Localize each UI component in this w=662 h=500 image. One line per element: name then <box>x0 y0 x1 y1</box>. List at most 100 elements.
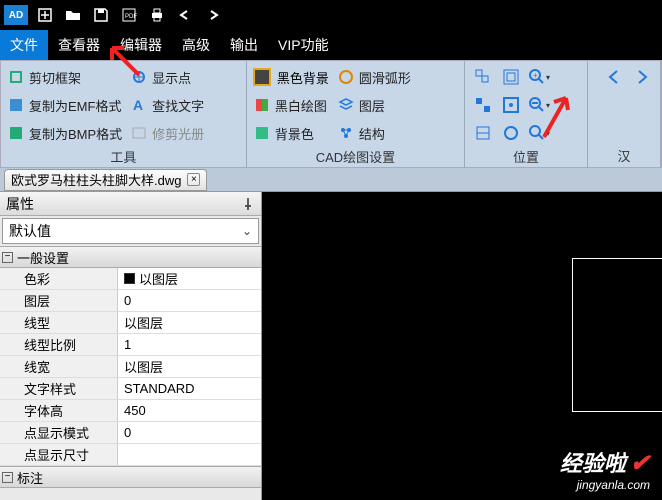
struct-icon <box>337 124 355 142</box>
crop-icon <box>7 68 25 86</box>
section-general[interactable]: −一般设置 <box>0 246 261 268</box>
arc-icon <box>337 68 355 86</box>
watermark: 经验啦✔ jingyanla.com <box>560 446 650 492</box>
find-text-button[interactable]: A查找文字 <box>130 93 204 117</box>
prop-value[interactable]: 以图层 <box>118 268 261 290</box>
bw-draw-button[interactable]: 黑白绘图 <box>253 93 329 117</box>
prop-label: 图层 <box>0 290 118 312</box>
prop-value[interactable]: 以图层 <box>118 312 261 334</box>
menu-advanced[interactable]: 高级 <box>172 30 220 60</box>
default-value-label: 默认值 <box>9 221 51 241</box>
save-button[interactable] <box>90 4 112 26</box>
prop-row[interactable]: 图层0 <box>0 290 261 312</box>
undo-button[interactable] <box>174 4 196 26</box>
prop-row[interactable]: 色彩以图层 <box>0 268 261 290</box>
emf-icon <box>7 96 25 114</box>
prop-label: 线型 <box>0 312 118 334</box>
prop-row[interactable]: 文字样式STANDARD <box>0 378 261 400</box>
struct-label: 结构 <box>359 124 385 143</box>
smooth-arc-button[interactable]: 圆滑弧形 <box>337 65 411 89</box>
watermark-check-icon: ✔ <box>630 450 650 477</box>
album-icon <box>130 124 148 142</box>
drawing-rectangle <box>572 258 662 412</box>
svg-text:PDF: PDF <box>125 14 137 20</box>
prop-value[interactable]: 1 <box>118 334 261 356</box>
prop-value[interactable]: 以图层 <box>118 356 261 378</box>
layer-button[interactable]: 图层 <box>337 93 411 117</box>
prop-label: 字体高 <box>0 400 118 422</box>
findtext-label: 查找文字 <box>152 96 204 115</box>
group-cad-title: CAD绘图设置 <box>253 145 458 166</box>
prop-row[interactable]: 线型比例1 <box>0 334 261 356</box>
prop-value[interactable]: 450 <box>118 400 261 422</box>
prop-value[interactable] <box>118 444 261 466</box>
smootharc-label: 圆滑弧形 <box>359 68 411 87</box>
prop-label: 文字样式 <box>0 378 118 400</box>
structure-button[interactable]: 结构 <box>337 121 411 145</box>
bg-color-button[interactable]: 背景色 <box>253 121 329 145</box>
nav-fwd-button[interactable] <box>630 65 654 89</box>
bmp-icon <box>7 124 25 142</box>
pos-btn-5[interactable] <box>471 121 495 145</box>
bgcolor-label: 背景色 <box>275 124 314 143</box>
prop-label: 点显示模式 <box>0 422 118 444</box>
prop-value[interactable]: 0 <box>118 422 261 444</box>
prop-value[interactable]: 0 <box>118 290 261 312</box>
close-tab-button[interactable]: × <box>187 173 200 186</box>
prop-row[interactable]: 点显示尺寸 <box>0 444 261 466</box>
prop-row[interactable]: 点显示模式0 <box>0 422 261 444</box>
crop-frame-button[interactable]: 剪切框架 <box>7 65 122 89</box>
zoom-in-dropdown[interactable]: +▾ <box>527 65 551 89</box>
prop-row[interactable]: 线宽以图层 <box>0 356 261 378</box>
black-bg-button[interactable]: 黑色背景 <box>253 65 329 89</box>
menu-viewer[interactable]: 查看器 <box>48 30 110 60</box>
menu-file[interactable]: 文件 <box>0 30 48 60</box>
prop-row[interactable]: 字体高450 <box>0 400 261 422</box>
menu-editor[interactable]: 编辑器 <box>110 30 172 60</box>
zoom-out-dropdown[interactable]: ▾ <box>527 93 551 117</box>
bwdraw-label: 黑白绘图 <box>275 96 327 115</box>
prop-row[interactable]: 线型以图层 <box>0 312 261 334</box>
show-points-button[interactable]: 显示点 <box>130 65 204 89</box>
pos-btn-3[interactable] <box>471 93 495 117</box>
pos-btn-2[interactable] <box>499 65 523 89</box>
open-file-button[interactable] <box>62 4 84 26</box>
menu-output[interactable]: 输出 <box>220 30 268 60</box>
black-bg-icon <box>253 68 271 86</box>
watermark-text: 经验啦 <box>560 451 626 476</box>
edit-album-button: 修剪光册 <box>130 121 204 145</box>
blackbg-label: 黑色背景 <box>277 68 329 87</box>
print-button[interactable] <box>146 4 168 26</box>
find-text-icon: A <box>130 96 148 114</box>
document-tab-label: 欧式罗马柱柱头柱脚大样.dwg <box>11 170 181 189</box>
copy-bmp-button[interactable]: 复制为BMP格式 <box>7 121 122 145</box>
pos-btn-1[interactable] <box>471 65 495 89</box>
redo-button[interactable] <box>202 4 224 26</box>
bw-icon <box>253 96 271 114</box>
zoom-dropdown-3[interactable]: ▾ <box>527 121 551 145</box>
pin-icon[interactable] <box>241 197 255 211</box>
props-panel-title: 属性 <box>6 194 34 214</box>
export-pdf-button[interactable]: PDF <box>118 4 140 26</box>
new-file-button[interactable] <box>34 4 56 26</box>
chevron-down-icon: ⌄ <box>242 224 252 238</box>
prop-label: 线型比例 <box>0 334 118 356</box>
document-tab[interactable]: 欧式罗马柱柱头柱脚大样.dwg × <box>4 169 207 191</box>
menu-vip[interactable]: VIP功能 <box>268 30 339 60</box>
group-4-title: 汉 <box>594 144 654 165</box>
showpt-label: 显示点 <box>152 68 191 87</box>
fit-button[interactable] <box>499 93 523 117</box>
section-annotate-label: 标注 <box>17 468 43 487</box>
default-value-selector[interactable]: 默认值 ⌄ <box>2 218 259 244</box>
crop-label: 剪切框架 <box>29 68 81 87</box>
group-position-title: 位置 <box>471 145 581 166</box>
layer-icon <box>337 96 355 114</box>
color-swatch <box>124 273 135 284</box>
prop-value[interactable]: STANDARD <box>118 378 261 400</box>
pos-btn-6[interactable] <box>499 121 523 145</box>
nav-back-button[interactable] <box>602 65 626 89</box>
copy-emf-button[interactable]: 复制为EMF格式 <box>7 93 122 117</box>
prop-label: 点显示尺寸 <box>0 444 118 466</box>
section-annotate[interactable]: −标注 <box>0 466 261 488</box>
app-logo: AD <box>4 5 28 25</box>
